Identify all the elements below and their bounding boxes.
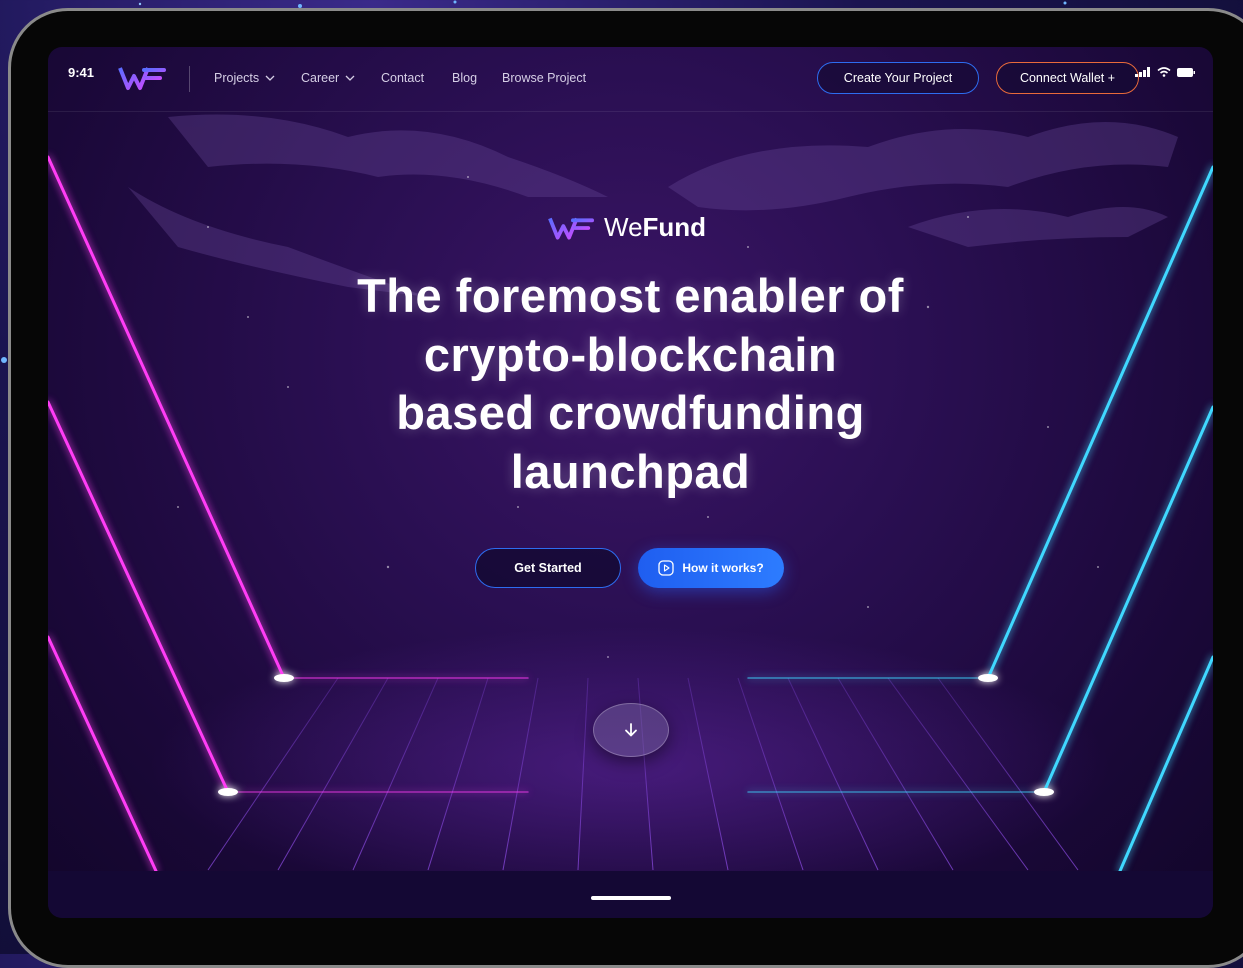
bottom-bar [48, 871, 1213, 918]
wefund-logo-icon [548, 217, 594, 239]
arrow-down-icon [625, 723, 637, 737]
status-time: 9:41 [68, 65, 95, 80]
connect-wallet-button[interactable]: Connect Wallet + [996, 62, 1139, 94]
nav-item-career[interactable]: Career [301, 71, 355, 85]
chevron-down-icon [265, 75, 275, 81]
create-project-button[interactable]: Create Your Project [817, 62, 979, 94]
nav-item-blog[interactable]: Blog [452, 71, 477, 85]
hero-headline: The foremost enabler of crypto-blockchai… [357, 269, 904, 498]
signal-icon [1135, 67, 1150, 77]
top-navbar: 9:41 Projects Career Contact Blog Browse… [48, 47, 1213, 112]
status-icons [1135, 67, 1195, 77]
app-screen: 9:41 Projects Career Contact Blog Browse… [48, 47, 1213, 918]
home-indicator[interactable] [591, 896, 671, 900]
how-it-works-button[interactable]: How it works? [638, 548, 784, 588]
chevron-down-icon [345, 75, 355, 81]
wifi-icon [1157, 67, 1171, 77]
nav-divider [189, 66, 190, 92]
nav-item-browse-project[interactable]: Browse Project [502, 71, 586, 85]
get-started-button[interactable]: Get Started [475, 548, 621, 588]
hero-brand: WeFund [548, 212, 706, 243]
battery-icon [1177, 67, 1195, 77]
floor-glow [150, 627, 1110, 907]
scroll-down-button[interactable] [593, 703, 669, 757]
brand-name: WeFund [604, 212, 707, 242]
nav-item-projects[interactable]: Projects [214, 71, 275, 85]
play-icon [658, 560, 674, 576]
nav-item-contact[interactable]: Contact [381, 71, 424, 85]
wefund-logo-icon[interactable] [118, 64, 166, 97]
